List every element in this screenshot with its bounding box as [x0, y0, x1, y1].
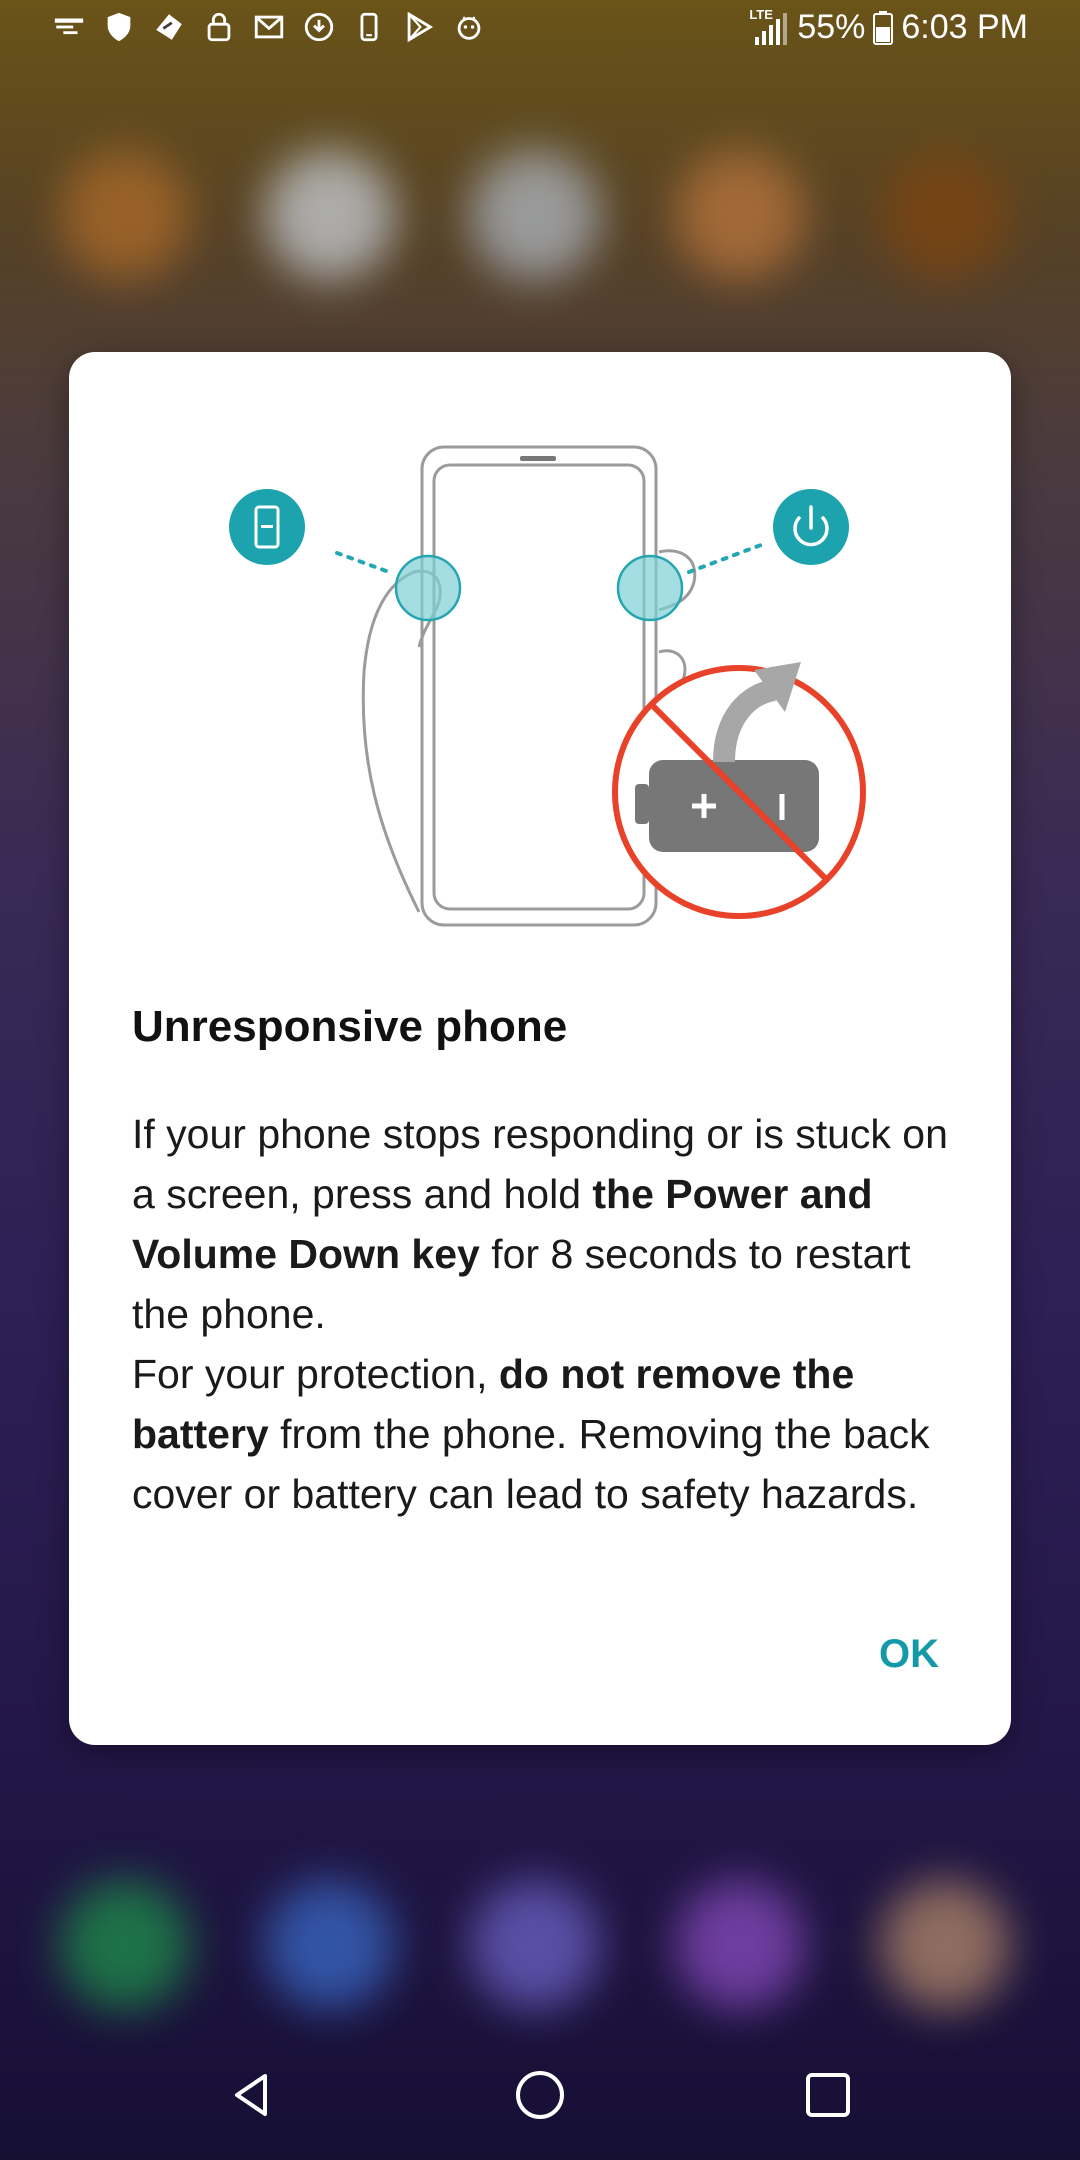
- blurred-app-icon: [470, 150, 600, 280]
- android-debug-icon: [452, 10, 486, 44]
- home-button[interactable]: [505, 2060, 575, 2130]
- navigation-bar: [0, 2030, 1080, 2160]
- blurred-dock-icon: [60, 1880, 190, 2010]
- gmail-icon: [252, 10, 286, 44]
- dialog-title: Unresponsive phone: [132, 1002, 568, 1051]
- unresponsive-phone-dialog: Unresponsive phone If your phone stops r…: [69, 352, 1011, 1745]
- recents-icon: [806, 2073, 850, 2117]
- recents-button[interactable]: [793, 2060, 863, 2130]
- lte-signal-icon: LTE: [749, 7, 789, 45]
- bird-app-icon: [152, 10, 186, 44]
- status-right: LTE 55% 6:03 PM: [749, 7, 1028, 47]
- blurred-app-icon: [880, 150, 1010, 280]
- message-text: For your protection,: [132, 1351, 499, 1397]
- status-bar: LTE 55% 6:03 PM: [0, 0, 1080, 66]
- back-icon: [235, 2074, 267, 2116]
- lock-icon: [202, 10, 236, 44]
- blurred-dock-icon: [880, 1880, 1010, 2010]
- home-icon: [516, 2071, 564, 2119]
- back-button[interactable]: [217, 2060, 287, 2130]
- phone-icon: [352, 10, 386, 44]
- battery-icon: [873, 10, 894, 45]
- cast-icon: [52, 10, 86, 44]
- dialog-message: If your phone stops responding or is stu…: [132, 1104, 962, 1524]
- clock: 6:03 PM: [901, 8, 1028, 46]
- blurred-app-icon: [675, 150, 805, 280]
- blurred-dock-icon: [675, 1880, 805, 2010]
- blurred-app-icon: [60, 150, 190, 280]
- shield-icon: [102, 10, 136, 44]
- restart-illustration: [229, 432, 949, 952]
- blurred-dock-icon: [470, 1880, 600, 2010]
- battery-percent: 55%: [797, 8, 866, 46]
- blurred-dock-icon: [265, 1880, 395, 2010]
- download-icon: [302, 10, 336, 44]
- blurred-app-icon: [265, 150, 395, 280]
- ok-button[interactable]: OK: [867, 1622, 951, 1687]
- notification-icons: [52, 10, 486, 44]
- play-store-icon: [402, 10, 436, 44]
